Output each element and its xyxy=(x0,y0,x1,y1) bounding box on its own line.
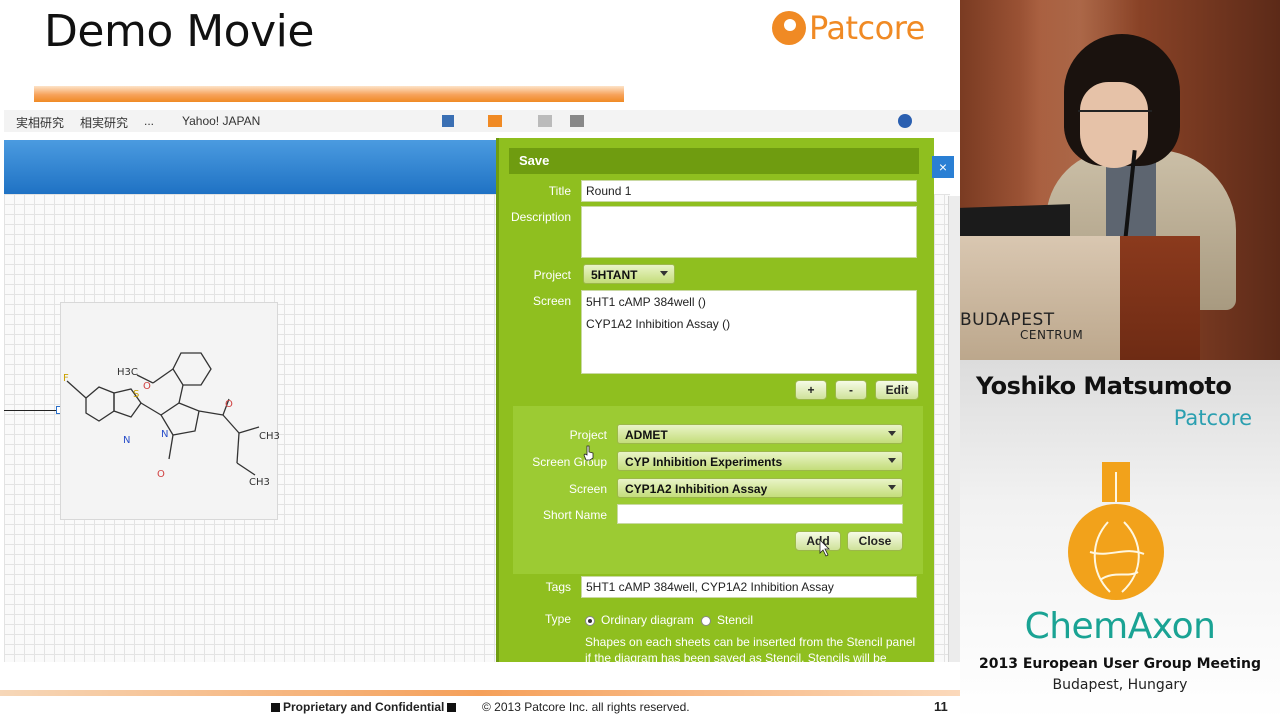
save-dialog: Save Title Round 1 Description Project 5… xyxy=(496,138,934,662)
podium-side xyxy=(1120,236,1200,360)
slide: Demo Movie Patcore 実相研究 相実研究 ... Yahoo! … xyxy=(0,0,960,720)
sub-screen-value: CYP1A2 Inhibition Assay xyxy=(625,482,768,496)
type-stencil-radio[interactable] xyxy=(701,616,711,626)
add-button[interactable]: Add xyxy=(795,531,841,551)
sub-screen-label: Screen xyxy=(568,482,607,496)
square-bullet-icon xyxy=(447,703,457,712)
chevron-down-icon xyxy=(888,431,896,436)
canvas-scrollbar[interactable] xyxy=(948,196,960,662)
sub-screen-select[interactable]: CYP1A2 Inhibition Assay xyxy=(617,478,903,498)
molecule-atom: N xyxy=(161,429,168,440)
screen-list[interactable]: 5HT1 cAMP 384well () CYP1A2 Inhibition A… xyxy=(581,290,917,374)
hand-cursor-icon xyxy=(583,445,594,461)
speaker-organization: Patcore xyxy=(1173,406,1252,430)
slide-footer: Proprietary and Confidential © 2013 Patc… xyxy=(0,696,960,720)
title-label: Title xyxy=(548,184,571,198)
connector-line xyxy=(4,410,56,411)
speaker-name: Yoshiko Matsumoto xyxy=(976,372,1232,400)
page-number: 11 xyxy=(934,699,948,714)
type-ordinary-label[interactable]: Ordinary diagram xyxy=(601,613,694,627)
laptop xyxy=(960,204,1070,240)
rss-icon[interactable] xyxy=(488,115,502,127)
chemaxon-logo-text: ChemAxon xyxy=(1024,606,1216,647)
browser-bookmarks-bar: 実相研究 相実研究 ... Yahoo! JAPAN xyxy=(4,110,960,132)
chevron-down-icon xyxy=(660,271,668,276)
confidential-notice: Proprietary and Confidential xyxy=(268,700,459,714)
short-name-input[interactable] xyxy=(617,504,903,524)
screen-list-item[interactable]: 5HT1 cAMP 384well () xyxy=(586,295,912,309)
confidential-text: Proprietary and Confidential xyxy=(283,700,445,714)
close-icon[interactable]: × xyxy=(932,156,954,178)
chevron-down-icon xyxy=(888,458,896,463)
molecule-atom: S xyxy=(133,389,139,400)
glasses xyxy=(1078,110,1152,124)
event-location: Budapest, Hungary xyxy=(1052,677,1188,693)
copyright-text: © 2013 Patcore Inc. all rights reserved. xyxy=(482,700,690,714)
bookmark-item[interactable]: ... xyxy=(144,114,154,128)
add-screen-button[interactable]: + xyxy=(795,380,827,400)
project-label: Project xyxy=(533,268,571,282)
molecule-atom: O xyxy=(225,399,233,410)
description-label: Description xyxy=(510,210,571,224)
molecule-atom: H3C xyxy=(117,367,138,378)
type-label: Type xyxy=(544,612,571,626)
app-header xyxy=(4,140,498,194)
title-input[interactable]: Round 1 xyxy=(581,180,917,202)
square-bullet-icon xyxy=(271,703,280,712)
home-icon[interactable] xyxy=(442,115,454,127)
screen-label: Screen xyxy=(532,294,571,308)
description-input[interactable] xyxy=(581,206,917,258)
title-underline-bar xyxy=(34,86,624,102)
speaker-video: BUDAPEST CENTRUM xyxy=(960,0,1280,360)
chemaxon-flask-icon xyxy=(1068,462,1164,600)
molecule-atom: CH3 xyxy=(259,431,279,442)
help-icon[interactable] xyxy=(898,114,912,128)
molecule-atom: N xyxy=(123,435,130,446)
sub-project-label: Project xyxy=(569,428,607,442)
type-help-text: Shapes on each sheets can be inserted fr… xyxy=(585,635,916,662)
caption-panel: Yoshiko Matsumoto Patcore ChemAxon 2013 … xyxy=(960,360,1280,720)
project-select[interactable]: 5HTANT xyxy=(583,264,675,284)
patcore-logo-text: Patcore xyxy=(809,9,925,47)
molecule-structure-icon: F H3C O S N N O O CH3 CH3 xyxy=(63,352,280,488)
edit-screen-button[interactable]: Edit xyxy=(875,380,919,400)
mail-icon[interactable] xyxy=(538,115,552,127)
screen-group-select[interactable]: CYP Inhibition Experiments xyxy=(617,451,903,471)
remove-screen-button[interactable]: - xyxy=(835,380,867,400)
app-screenshot: 実相研究 相実研究 ... Yahoo! JAPAN F H3C O S N N… xyxy=(4,110,960,662)
tags-label: Tags xyxy=(545,580,571,594)
podium-sign-line2: CENTRUM xyxy=(1020,328,1084,342)
screen-group-value: CYP Inhibition Experiments xyxy=(625,455,783,469)
patcore-logo-icon xyxy=(772,11,806,45)
screen-picker-panel: Project ADMET Screen Group CYP Inhibitio… xyxy=(513,406,923,574)
molecule-atom: F xyxy=(63,373,69,384)
type-ordinary-radio[interactable] xyxy=(585,616,595,626)
chevron-down-icon xyxy=(888,485,896,490)
molecule-node[interactable]: F H3C O S N N O O CH3 CH3 xyxy=(60,302,280,520)
molecule-atom: O xyxy=(143,381,151,392)
event-name: 2013 European User Group Meeting xyxy=(979,656,1261,672)
slide-title: Demo Movie xyxy=(44,6,314,57)
bookmark-item[interactable]: 相実研究 xyxy=(80,114,128,131)
sub-project-value: ADMET xyxy=(625,428,668,442)
print-icon[interactable] xyxy=(570,115,584,127)
project-select-value: 5HTANT xyxy=(591,268,638,282)
patcore-logo: Patcore xyxy=(772,8,925,48)
screen-list-item[interactable]: CYP1A2 Inhibition Assay () xyxy=(586,317,912,331)
sub-project-select[interactable]: ADMET xyxy=(617,424,903,444)
tags-input[interactable]: 5HT1 cAMP 384well, CYP1A2 Inhibition Ass… xyxy=(581,576,917,598)
arrow-cursor-icon xyxy=(819,539,830,557)
podium-sign-line1: BUDAPEST xyxy=(960,310,1055,330)
bookmark-item[interactable]: Yahoo! JAPAN xyxy=(182,114,260,128)
molecule-atom: CH3 xyxy=(249,477,270,488)
bookmark-item[interactable]: 実相研究 xyxy=(16,114,64,131)
type-stencil-label[interactable]: Stencil xyxy=(717,613,753,627)
short-name-label: Short Name xyxy=(542,508,607,522)
speaker-face xyxy=(1080,82,1148,168)
save-dialog-header: Save xyxy=(509,148,919,174)
close-button[interactable]: Close xyxy=(847,531,903,551)
molecule-atom: O xyxy=(157,469,165,480)
